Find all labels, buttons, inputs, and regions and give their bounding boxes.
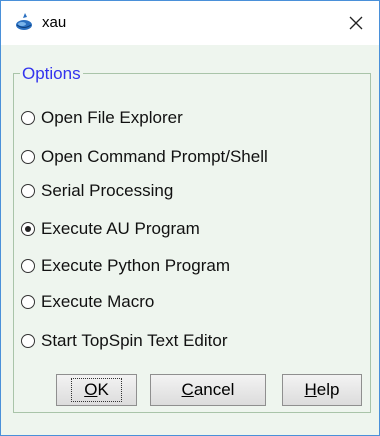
option-execute-au-program[interactable]: Execute AU Program bbox=[21, 216, 200, 242]
option-label: Execute Python Program bbox=[41, 256, 230, 275]
radio-button[interactable] bbox=[21, 184, 35, 198]
option-label: Execute Macro bbox=[41, 292, 155, 311]
option-serial-processing[interactable]: Serial Processing bbox=[21, 178, 173, 204]
option-label: Open File Explorer bbox=[41, 108, 183, 127]
option-execute-python-program[interactable]: Execute Python Program bbox=[21, 253, 230, 279]
option-label: Execute AU Program bbox=[41, 219, 200, 238]
close-icon bbox=[349, 16, 363, 30]
help-mnemonic: H bbox=[304, 380, 317, 399]
dialog-content: Options Open File Explorer Open Command … bbox=[1, 45, 379, 435]
option-open-command-prompt[interactable]: Open Command Prompt/Shell bbox=[21, 144, 268, 170]
close-button[interactable] bbox=[333, 1, 379, 45]
option-execute-macro[interactable]: Execute Macro bbox=[21, 289, 154, 315]
topspin-app-icon bbox=[16, 13, 32, 30]
dialog-window: xau Options Open File Explorer Open Comm… bbox=[0, 0, 380, 436]
option-label: Open Command Prompt/Shell bbox=[41, 147, 268, 166]
window-title: xau bbox=[42, 14, 67, 31]
radio-button[interactable] bbox=[21, 111, 35, 125]
option-label: Serial Processing bbox=[41, 181, 174, 200]
help-button[interactable]: Help bbox=[282, 374, 362, 406]
radio-button[interactable] bbox=[21, 334, 35, 348]
ok-mnemonic: O bbox=[84, 380, 98, 399]
cancel-label-rest: ancel bbox=[193, 380, 235, 399]
radio-button-selected[interactable] bbox=[21, 222, 35, 236]
ok-label-rest: K bbox=[97, 380, 109, 399]
option-label: Start TopSpin Text Editor bbox=[41, 331, 228, 350]
radio-button[interactable] bbox=[21, 259, 35, 273]
help-label-rest: elp bbox=[316, 380, 340, 399]
ok-button[interactable]: OK bbox=[56, 374, 137, 406]
radio-button[interactable] bbox=[21, 295, 35, 309]
cancel-mnemonic: C bbox=[181, 380, 194, 399]
option-start-text-editor[interactable]: Start TopSpin Text Editor bbox=[21, 328, 227, 354]
focus-ring: OK bbox=[71, 378, 122, 402]
cancel-button[interactable]: Cancel bbox=[150, 374, 266, 406]
radio-button[interactable] bbox=[21, 150, 35, 164]
option-open-file-explorer[interactable]: Open File Explorer bbox=[21, 105, 183, 131]
options-group-title: Options bbox=[20, 64, 83, 84]
title-bar[interactable]: xau bbox=[1, 1, 379, 45]
